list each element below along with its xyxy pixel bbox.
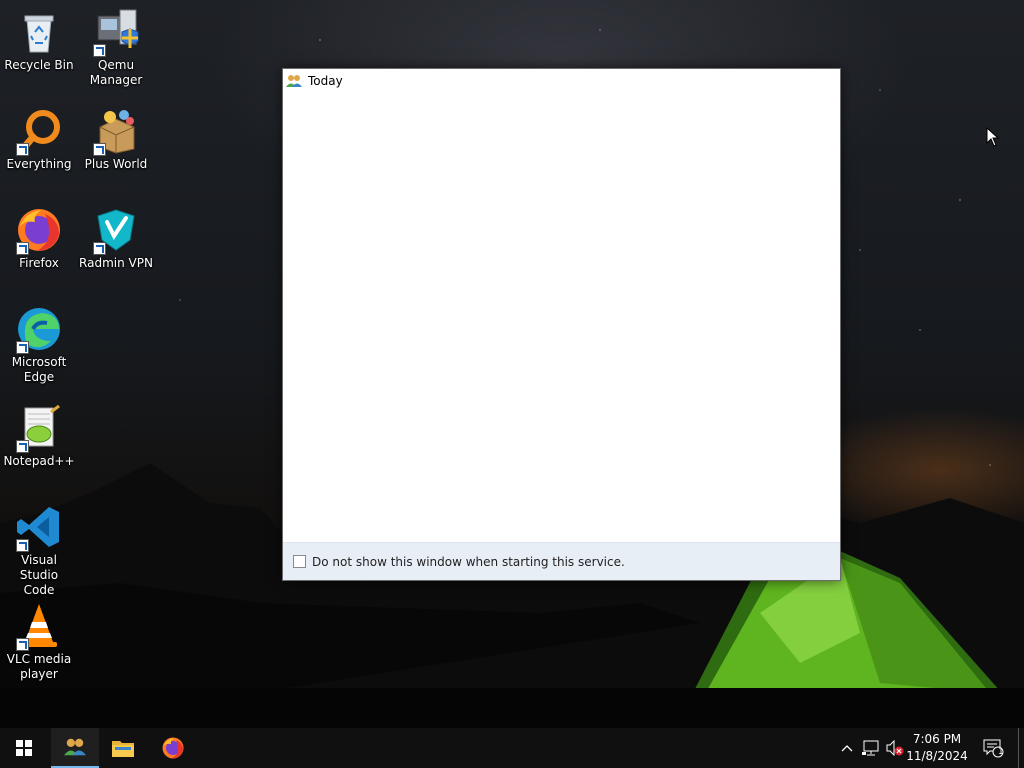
vscode-icon (15, 503, 63, 552)
chevron-up-icon (841, 745, 853, 752)
network-button[interactable] (860, 728, 882, 768)
desktop-icon-qemu-manager[interactable]: Qemu Manager (78, 8, 154, 88)
clock-time: 7:06 PM (912, 732, 962, 746)
recycle-bin-icon (15, 8, 63, 56)
taskbar-file-explorer[interactable] (99, 728, 147, 768)
desktop-icon-label: Plus World (84, 157, 148, 171)
folder-icon (112, 741, 134, 757)
vlc-icon (15, 602, 63, 651)
desktop-icon-visual-studio-code[interactable]: Visual Studio Code (1, 503, 77, 598)
shortcut-arrow-icon (16, 539, 29, 552)
shortcut-arrow-icon (93, 242, 106, 255)
shortcut-arrow-icon (16, 638, 29, 651)
desktop-icon-label: Firefox (19, 256, 59, 270)
desktop-icon-label: Qemu Manager (89, 58, 143, 87)
taskbar-people-app[interactable] (51, 728, 99, 768)
today-window[interactable]: Today Do not show this window when start… (282, 68, 841, 581)
radmin-vpn-icon (92, 206, 140, 255)
desktop-icon-microsoft-edge[interactable]: Microsoft Edge (1, 305, 77, 385)
desktop-icon-label: Notepad++ (3, 454, 75, 468)
window-title: Today (308, 74, 343, 88)
firefox-icon (15, 206, 63, 255)
taskbar: 7:06 PM 11/8/2024 1 (0, 728, 1024, 768)
qemu-manager-icon (92, 8, 140, 57)
plus-world-icon (92, 107, 140, 156)
desktop-icon-label: Microsoft Edge (11, 355, 67, 384)
show-hidden-icons-button[interactable] (838, 728, 856, 768)
desktop-icon-label: VLC media player (6, 652, 72, 681)
firefox-icon (162, 737, 184, 759)
show-desktop-button[interactable] (1018, 728, 1024, 768)
desktop-icon-plus-world[interactable]: Plus World (78, 107, 154, 172)
desktop-icon-everything[interactable]: Everything (1, 107, 77, 172)
notepad-plus-plus-icon (15, 404, 63, 453)
desktop-icon-vlc[interactable]: VLC media player (1, 602, 77, 682)
shortcut-arrow-icon (16, 143, 29, 156)
desktop-icon-label: Visual Studio Code (19, 553, 59, 597)
desktop-icon-label: Everything (6, 157, 72, 171)
window-title-bar[interactable]: Today (283, 69, 840, 93)
shortcut-arrow-icon (93, 44, 106, 57)
shortcut-arrow-icon (16, 440, 29, 453)
window-content (283, 93, 840, 543)
shortcut-arrow-icon (93, 143, 106, 156)
shortcut-arrow-icon (16, 242, 29, 255)
window-footer: Do not show this window when starting th… (283, 542, 840, 580)
everything-search-icon (15, 107, 63, 156)
network-icon (862, 740, 879, 756)
mouse-cursor-icon (986, 127, 1000, 147)
shortcut-arrow-icon (16, 341, 29, 354)
desktop-icon-label: Recycle Bin (4, 58, 74, 72)
clock-date: 11/8/2024 (906, 749, 968, 763)
taskbar-firefox[interactable] (149, 728, 197, 768)
dont-show-label[interactable]: Do not show this window when starting th… (312, 555, 625, 569)
desktop-icon-label: Radmin VPN (79, 256, 153, 270)
taskbar-clock[interactable]: 7:06 PM 11/8/2024 (900, 731, 974, 765)
people-icon (286, 75, 302, 87)
edge-icon (15, 305, 63, 354)
start-button[interactable] (0, 728, 48, 768)
desktop-icon-notepad-plus-plus[interactable]: Notepad++ (1, 404, 77, 469)
windows-logo-icon (16, 740, 32, 756)
dont-show-checkbox[interactable] (293, 555, 306, 568)
notification-count: 1 (998, 747, 1004, 757)
desktop-icon-firefox[interactable]: Firefox (1, 206, 77, 271)
desktop-icon-recycle-bin[interactable]: Recycle Bin (1, 8, 77, 73)
action-center-button[interactable]: 1 (978, 728, 1008, 768)
people-icon (64, 738, 86, 756)
desktop-icon-radmin-vpn[interactable]: Radmin VPN (78, 206, 154, 271)
